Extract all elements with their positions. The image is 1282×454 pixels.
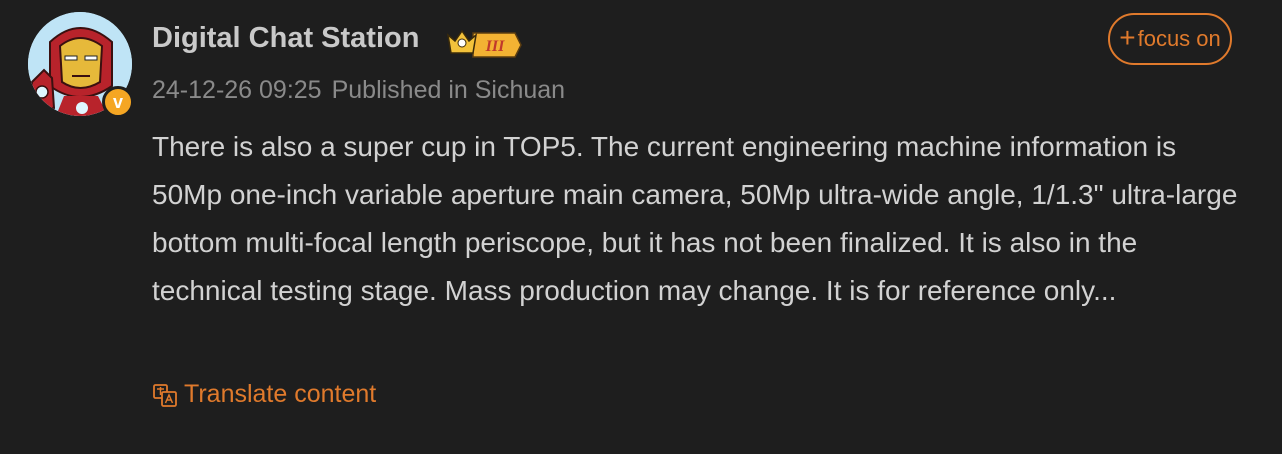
username[interactable]: Digital Chat Station [152, 22, 419, 55]
weibo-post: v Digital Chat Station III 24-12-26 09:2… [0, 0, 1282, 454]
translate-link[interactable]: Translate content [152, 380, 376, 409]
rank-badge-label: III [485, 38, 505, 55]
verified-badge: v [102, 86, 134, 118]
translate-icon [153, 383, 177, 407]
avatar[interactable]: v [28, 12, 134, 118]
post-meta: 24-12-26 09:25 Published in Sichuan [152, 76, 565, 105]
verified-mark: v [112, 92, 123, 112]
focus-button[interactable]: + focus on [1108, 13, 1232, 65]
focus-label: focus on [1137, 26, 1221, 51]
post-content: There is also a super cup in TOP5. The c… [152, 131, 1238, 306]
translate-label: Translate content [184, 380, 377, 408]
plus-icon: + [1119, 21, 1136, 53]
post-location: Published in Sichuan [331, 76, 566, 104]
crown-icon[interactable]: III [445, 25, 523, 59]
post-date[interactable]: 24-12-26 09:25 [152, 76, 322, 104]
